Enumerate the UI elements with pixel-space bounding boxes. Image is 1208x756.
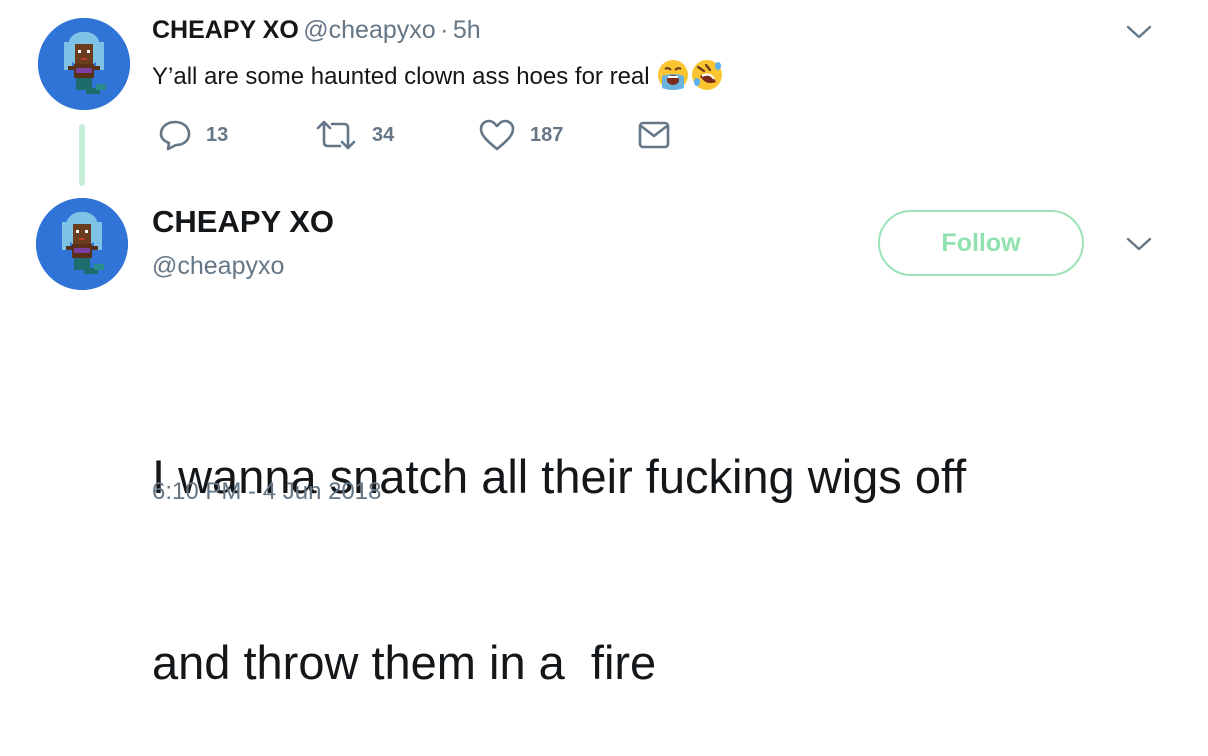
follow-button[interactable]: Follow xyxy=(878,210,1084,276)
reply-icon xyxy=(159,120,191,151)
chevron-down-icon[interactable] xyxy=(1126,236,1152,252)
avatar-mermaid-image xyxy=(38,18,130,110)
author-name[interactable]: CHEAPY XO xyxy=(152,204,334,240)
tweet-timestamp[interactable]: 6:10 PM - 4 Jun 2018 xyxy=(152,478,381,506)
reply-button[interactable]: 13 xyxy=(158,118,228,152)
avatar-mermaid-image xyxy=(36,198,128,290)
author-handle[interactable]: @cheapyxo xyxy=(303,16,435,44)
like-count: 187 xyxy=(530,123,564,146)
rolling-laughing-face-emoji xyxy=(690,58,724,92)
author-handle[interactable]: @cheapyxo xyxy=(152,252,284,281)
retweet-count: 34 xyxy=(372,123,395,146)
author-name[interactable]: CHEAPY XO xyxy=(152,16,299,44)
heart-icon xyxy=(479,119,515,151)
like-button[interactable]: 187 xyxy=(478,118,563,152)
tweet-text: Y’all are some haunted clown ass hoes fo… xyxy=(152,58,724,92)
retweet-icon xyxy=(316,120,356,150)
crying-face-emoji xyxy=(656,58,690,92)
tweet-age[interactable]: 5h xyxy=(453,16,481,44)
retweet-button[interactable]: 34 xyxy=(314,118,394,152)
chevron-down-icon[interactable] xyxy=(1126,24,1152,40)
envelope-icon xyxy=(638,121,670,149)
avatar[interactable] xyxy=(38,18,130,110)
tweet1-header: CHEAPY XO @cheapyxo · 5h xyxy=(152,16,481,45)
avatar[interactable] xyxy=(36,198,128,290)
tweet-text-content: Y’all are some haunted clown ass hoes fo… xyxy=(152,63,650,90)
header-separator: · xyxy=(440,16,449,44)
thread-connector xyxy=(79,124,85,186)
direct-message-button[interactable] xyxy=(638,120,670,150)
tweet-text: I wanna snatch all their fucking wigs of… xyxy=(152,322,966,756)
tweet-text-line: and throw them in a fire xyxy=(152,636,657,689)
reply-count: 13 xyxy=(206,123,229,146)
